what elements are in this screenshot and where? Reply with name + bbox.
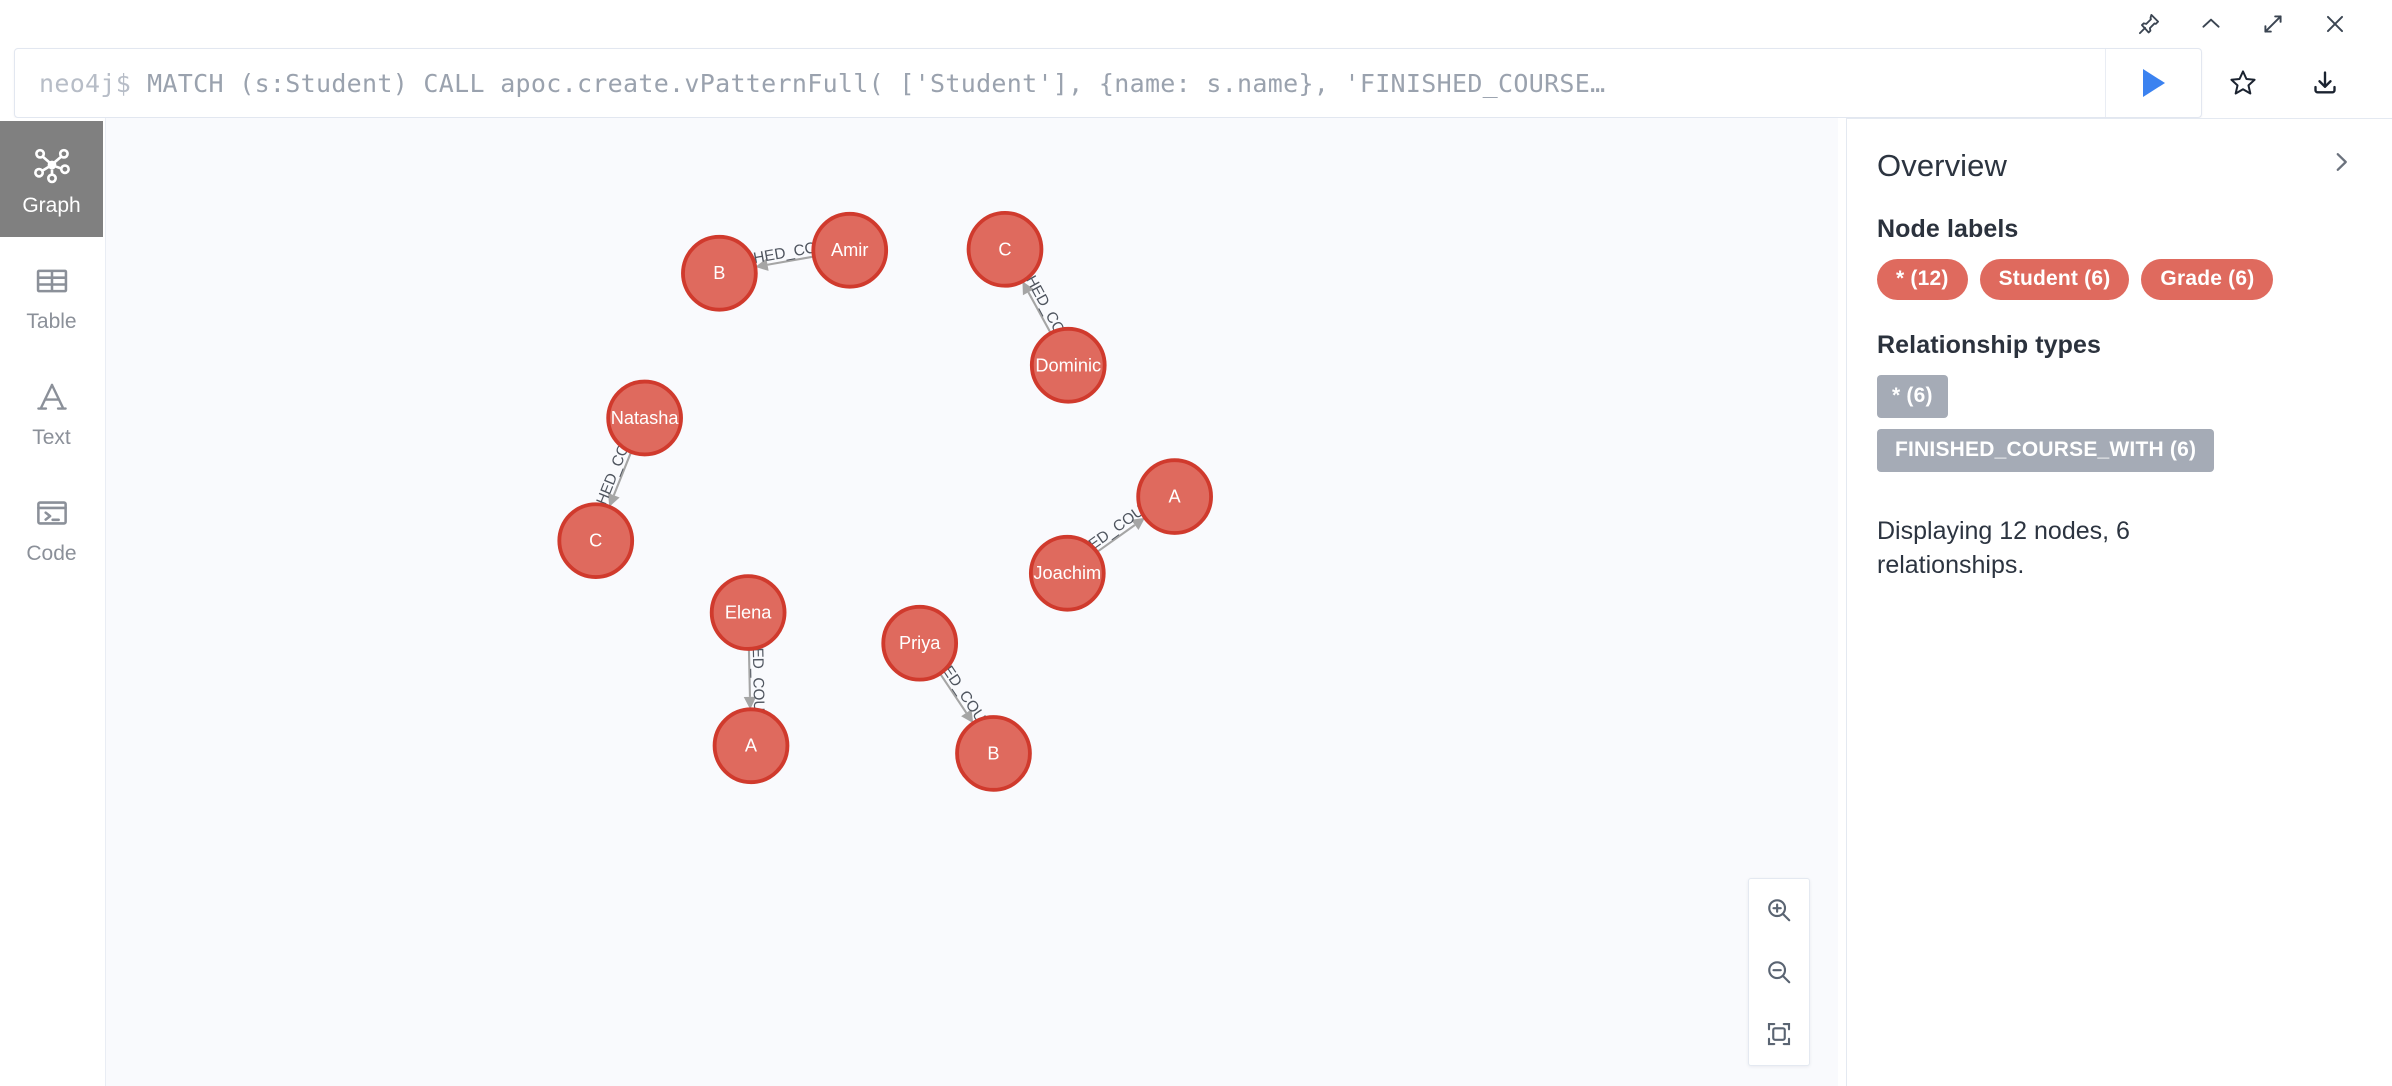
favorite-button[interactable] — [2202, 48, 2284, 118]
editor-actions — [2202, 48, 2366, 118]
graph-visualization[interactable]: FINISHED_COURS… FINISHED_COURS…FINISHED_C… — [106, 118, 1838, 1086]
graph-icon — [31, 142, 73, 188]
graph-node[interactable]: B — [681, 234, 758, 312]
expand-icon[interactable] — [2242, 2, 2304, 46]
node-label-chip[interactable]: * (12) — [1877, 259, 1968, 301]
pin-icon[interactable] — [2118, 2, 2180, 46]
zoom-controls — [1748, 878, 1810, 1066]
relationship-type-chip[interactable]: FINISHED_COURSE_WITH (6) — [1877, 429, 2215, 473]
overview-title: Overview — [1877, 148, 2007, 183]
rail-item-table[interactable]: Table — [0, 237, 103, 353]
graph-node-circle[interactable] — [881, 604, 959, 682]
code-icon — [33, 490, 71, 536]
rail-label-table: Table — [26, 310, 77, 333]
query-editor-text[interactable]: neo4j$ MATCH (s:Student) CALL apoc.creat… — [15, 49, 2105, 117]
window-titlebar — [0, 0, 2392, 48]
query-editor[interactable]: neo4j$ MATCH (s:Student) CALL apoc.creat… — [14, 48, 2202, 118]
rail-label-code: Code — [26, 542, 77, 565]
download-button[interactable] — [2284, 48, 2366, 118]
graph-node[interactable]: Priya — [881, 604, 959, 682]
relationship-type-chip-list: * (6) FINISHED_COURSE_WITH (6) — [1877, 375, 2358, 473]
graph-node-circle[interactable] — [557, 502, 635, 579]
node-label-chip[interactable]: Grade (6) — [2141, 259, 2274, 301]
graph-node[interactable]: Natasha — [606, 379, 683, 457]
query-prompt: neo4j$ — [39, 68, 132, 98]
graph-node[interactable]: Amir — [811, 211, 889, 289]
graph-node[interactable]: A — [712, 707, 790, 785]
fit-to-screen-icon[interactable] — [1749, 1003, 1809, 1065]
graph-node-circle[interactable] — [606, 379, 683, 457]
graph-node[interactable]: Elena — [709, 574, 787, 651]
graph-node-circle[interactable] — [681, 234, 758, 312]
result-body: Graph Table Text Code FINISHED_COURS… FI… — [0, 118, 2392, 1086]
node-label-chip[interactable]: Student (6) — [1979, 259, 2130, 301]
graph-node[interactable]: A — [1136, 458, 1213, 535]
run-query-button[interactable] — [2105, 49, 2201, 117]
graph-node[interactable]: Joachim — [1028, 534, 1106, 612]
graph-node-circle[interactable] — [1136, 458, 1213, 535]
neo4j-browser-frame: neo4j$ MATCH (s:Student) CALL apoc.creat… — [0, 0, 2392, 1086]
graph-node[interactable]: C — [557, 502, 635, 579]
relationship-layer: FINISHED_COURS… FINISHED_COURS…FINISHED_C… — [579, 231, 1177, 756]
relationship-type-chip[interactable]: * (6) — [1877, 375, 1948, 419]
collapse-icon[interactable] — [2180, 2, 2242, 46]
graph-node-circle[interactable] — [1029, 326, 1107, 404]
graph-node-circle[interactable] — [966, 210, 1044, 288]
zoom-out-icon[interactable] — [1749, 941, 1809, 1003]
graph-node-circle[interactable] — [712, 707, 790, 785]
node-labels-heading: Node labels — [1877, 215, 2019, 244]
query-text: MATCH (s:Student) CALL apoc.create.vPatt… — [147, 68, 1606, 98]
text-icon — [33, 374, 71, 420]
overview-header: Overview — [1877, 147, 2358, 184]
rail-item-graph[interactable]: Graph — [0, 121, 103, 237]
play-icon — [2142, 69, 2165, 97]
relationship-types-heading: Relationship types — [1877, 331, 2102, 360]
query-editor-row: neo4j$ MATCH (s:Student) CALL apoc.creat… — [0, 48, 2392, 118]
graph-node[interactable]: Dominic — [1029, 326, 1107, 404]
overview-panel: Overview Node labels * (12) Student (6) Gr… — [1846, 118, 2392, 1086]
graph-canvas[interactable]: FINISHED_COURS… FINISHED_COURS… FINISHED_C… — [106, 118, 1838, 1086]
result-status-text: Displaying 12 nodes, 6 relationships. — [1877, 517, 2130, 580]
rail-label-graph: Graph — [22, 194, 81, 217]
graph-node-circle[interactable] — [1028, 534, 1106, 612]
graph-node-circle[interactable] — [811, 211, 889, 289]
close-icon[interactable] — [2304, 2, 2366, 46]
graph-node[interactable]: C — [966, 210, 1044, 288]
chevron-right-icon[interactable] — [2328, 147, 2358, 180]
node-label-chip-list: * (12) Student (6) Grade (6) — [1877, 259, 2358, 301]
rail-item-text[interactable]: Text — [0, 353, 103, 469]
rail-label-text: Text — [32, 426, 71, 449]
table-icon — [33, 258, 71, 304]
view-mode-rail: Graph Table Text Code — [0, 118, 106, 1086]
graph-node-circle[interactable] — [955, 715, 1032, 792]
rail-item-code[interactable]: Code — [0, 469, 103, 585]
graph-node-circle[interactable] — [709, 574, 787, 651]
graph-node[interactable]: B — [955, 715, 1032, 792]
node-layer: B Amir C Dominic Natasha C A Joachim Elena A Priya… — [557, 210, 1213, 792]
zoom-in-icon[interactable] — [1749, 879, 1809, 941]
